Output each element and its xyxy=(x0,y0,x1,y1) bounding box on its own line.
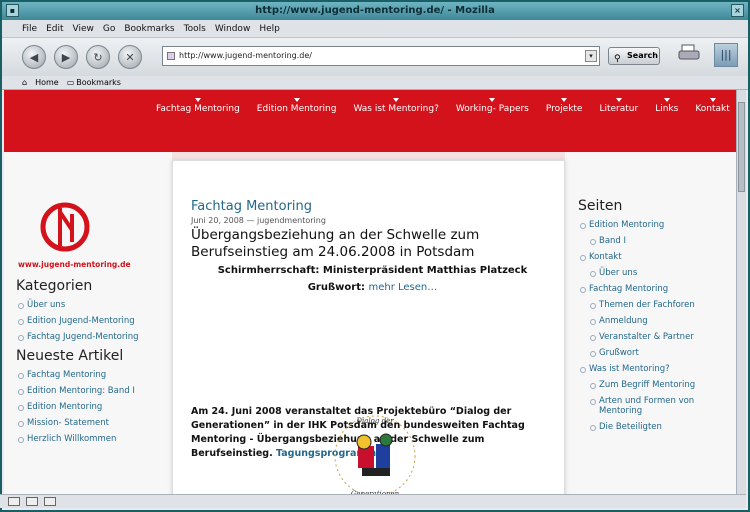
home-icon[interactable]: ⌂ xyxy=(22,78,27,87)
mail-icon[interactable] xyxy=(8,497,20,506)
menu-bookmarks[interactable]: Bookmarks xyxy=(124,24,174,34)
grusswort-label: Grußwort: xyxy=(307,282,365,293)
menu-view[interactable]: View xyxy=(73,24,94,34)
url-dropdown-icon[interactable]: ▾ xyxy=(585,50,597,62)
menu-bar: File Edit View Go Bookmarks Tools Window… xyxy=(2,20,748,38)
list-item[interactable]: Fachtag Mentoring xyxy=(578,284,728,294)
emblem-spacer xyxy=(191,295,554,399)
page-content: Fachtag Mentoring Edition Mentoring Was … xyxy=(4,90,736,494)
nav-literatur[interactable]: Literatur xyxy=(599,98,638,114)
list-item[interactable]: Was ist Mentoring? xyxy=(578,364,728,374)
logo-url[interactable]: www.jugend-mentoring.de xyxy=(18,260,131,269)
neueste-heading: Neueste Artikel xyxy=(16,348,124,364)
search-button[interactable]: ⚲ Search xyxy=(608,47,660,65)
list-item[interactable]: Edition Mentoring xyxy=(16,402,166,412)
search-icon: ⚲ xyxy=(614,54,621,64)
bookmark-bookmarks[interactable]: Bookmarks xyxy=(76,78,121,87)
post-meta: Juni 20, 2008 — jugendmentoring xyxy=(191,216,326,225)
bookmarks-toolbar: ⌂ Home ▭ Bookmarks xyxy=(2,76,748,90)
list-item[interactable]: Zum Begriff Mentoring xyxy=(588,380,728,390)
schirmherrschaft-text: Schirmherrschaft: Ministerpräsident Matt… xyxy=(217,265,528,276)
menu-file[interactable]: File xyxy=(22,24,37,34)
forward-arrow-icon: ▶ xyxy=(61,50,71,64)
url-text: http://www.jugend-mentoring.de/ xyxy=(179,51,312,60)
composer-icon[interactable] xyxy=(26,497,38,506)
neueste-list: Fachtag Mentoring Edition Mentoring: Ban… xyxy=(16,370,166,444)
list-item[interactable]: Edition Mentoring: Band I xyxy=(16,386,166,396)
navigation-toolbar: ◀ ▶ ↻ ✕ http://www.jugend-mentoring.de/ … xyxy=(2,38,748,76)
nav-projekte[interactable]: Projekte xyxy=(546,98,582,114)
grusswort-line: Grußwort: mehr Lesen… xyxy=(191,281,554,295)
mozilla-throbber-icon[interactable]: ||| xyxy=(714,43,738,67)
menu-tools[interactable]: Tools xyxy=(184,24,206,34)
list-item[interactable]: Fachtag Jugend-Mentoring xyxy=(16,332,166,342)
dialog-emblem-image: Dialog der Generationen xyxy=(334,415,416,494)
nav-edition[interactable]: Edition Mentoring xyxy=(257,98,336,114)
print-icon[interactable] xyxy=(678,44,700,62)
list-item[interactable]: Band I xyxy=(588,236,728,246)
seiten-heading: Seiten xyxy=(578,198,623,214)
list-item[interactable]: Herzlich Willkommen xyxy=(16,434,166,444)
seiten-list: Edition Mentoring Band I Kontakt Über uns Fa… xyxy=(578,220,728,432)
post-title[interactable]: Fachtag Mentoring xyxy=(191,199,554,214)
kategorien-list: Über uns Edition Jugend-Mentoring Fachta… xyxy=(16,300,166,342)
window-menu-icon[interactable]: ▪ xyxy=(6,4,19,17)
list-item[interactable]: Themen der Fachforen xyxy=(588,300,728,310)
list-item[interactable]: Edition Mentoring xyxy=(578,220,728,230)
list-item[interactable]: Arten und Formen von Mentoring xyxy=(588,396,728,416)
menu-help[interactable]: Help xyxy=(259,24,280,34)
svg-text:Dialog der: Dialog der xyxy=(355,417,394,425)
right-sidebar: Seiten Edition Mentoring Band I Kontakt Übe… xyxy=(578,198,728,438)
bookmarks-folder-icon[interactable]: ▭ xyxy=(67,78,75,87)
nav-fachtag[interactable]: Fachtag Mentoring xyxy=(156,98,240,114)
page-icon xyxy=(167,52,175,60)
menu-edit[interactable]: Edit xyxy=(46,24,63,34)
back-arrow-icon: ◀ xyxy=(29,50,39,64)
list-item[interactable]: Kontakt xyxy=(578,252,728,262)
list-item[interactable]: Mission- Statement xyxy=(16,418,166,428)
nav-kontakt[interactable]: Kontakt xyxy=(695,98,730,114)
post-heading: Übergangsbeziehung an der Schwelle zum B… xyxy=(191,227,480,260)
back-button[interactable]: ◀ xyxy=(22,45,46,69)
forward-button[interactable]: ▶ xyxy=(54,45,78,69)
list-item[interactable]: Über uns xyxy=(16,300,166,310)
nav-working-papers[interactable]: Working- Papers xyxy=(456,98,529,114)
vertical-scrollbar[interactable] xyxy=(736,90,746,494)
nav-links[interactable]: Links xyxy=(655,98,678,114)
scrollbar-thumb[interactable] xyxy=(738,102,745,192)
list-item[interactable]: Die Beteiligten xyxy=(588,422,728,432)
kategorien-heading: Kategorien xyxy=(16,278,93,294)
status-bar xyxy=(0,494,746,508)
mehr-lesen-link[interactable]: mehr Lesen… xyxy=(368,282,437,293)
list-item[interactable]: Über uns xyxy=(588,268,728,278)
close-icon[interactable]: × xyxy=(731,4,744,17)
list-item[interactable]: Fachtag Mentoring xyxy=(16,370,166,380)
status-icons xyxy=(8,497,56,506)
list-item[interactable]: Veranstalter & Partner xyxy=(588,332,728,342)
title-bar: ▪ http://www.jugend-mentoring.de/ - Mozi… xyxy=(2,2,748,20)
left-sidebar: Kategorien Über uns Edition Jugend-Mento… xyxy=(16,278,166,450)
search-label: Search xyxy=(627,51,658,60)
list-item[interactable]: Edition Jugend-Mentoring xyxy=(16,316,166,326)
site-nav: Fachtag Mentoring Edition Mentoring Was … xyxy=(156,98,730,114)
site-logo[interactable] xyxy=(38,200,92,254)
site-header: Fachtag Mentoring Edition Mentoring Was … xyxy=(4,90,736,152)
reload-icon: ↻ xyxy=(93,50,103,64)
chat-icon[interactable] xyxy=(44,497,56,506)
bookmark-home[interactable]: Home xyxy=(35,78,59,87)
menu-go[interactable]: Go xyxy=(103,24,115,34)
stop-icon: ✕ xyxy=(125,50,135,64)
stop-button[interactable]: ✕ xyxy=(118,45,142,69)
nav-was-ist[interactable]: Was ist Mentoring? xyxy=(353,98,439,114)
list-item[interactable]: Anmeldung xyxy=(588,316,728,326)
menu-window[interactable]: Window xyxy=(215,24,251,34)
url-input[interactable]: http://www.jugend-mentoring.de/ ▾ xyxy=(162,46,600,66)
window-title: http://www.jugend-mentoring.de/ - Mozill… xyxy=(255,5,495,16)
reload-button[interactable]: ↻ xyxy=(86,45,110,69)
list-item[interactable]: Grußwort xyxy=(588,348,728,358)
